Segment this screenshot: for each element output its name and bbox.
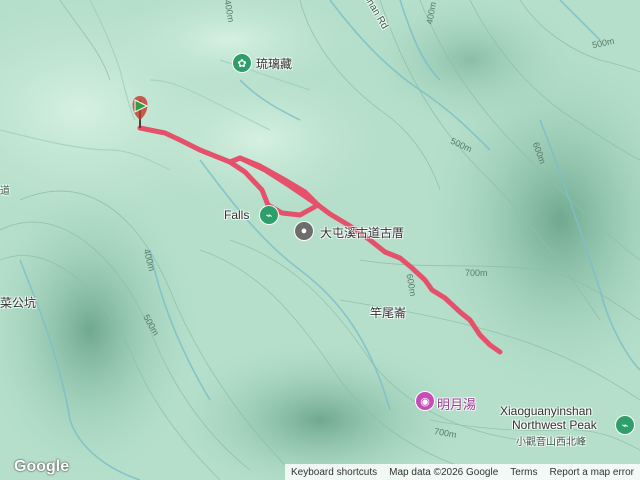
terms-link[interactable]: Terms <box>504 467 543 478</box>
google-logo[interactable]: Google <box>14 458 69 476</box>
road-label-left: 道 <box>0 186 10 197</box>
peak-label-en-1[interactable]: Xiaoguanyinshan <box>500 404 592 418</box>
place-label-ganweiliao: 竿尾崙 <box>370 306 407 320</box>
park-icon[interactable]: ⌁ <box>260 206 278 224</box>
attribution-bar: Keyboard shortcuts Map data ©2026 Google… <box>284 464 640 480</box>
poi-label-mingyuetang[interactable]: 明月湯 <box>437 394 476 413</box>
poi-label-trail[interactable]: 大屯溪古道古厝 <box>320 224 404 241</box>
peak-label-zh[interactable]: 小觀音山西北峰 <box>516 433 586 448</box>
camera-icon[interactable]: ◉ <box>416 392 434 410</box>
place-label-caigongkeng: 菜公坑 <box>0 296 37 310</box>
park-icon[interactable]: ⌁ <box>616 416 634 434</box>
poi-label-liulicang[interactable]: 琉璃藏 <box>256 55 292 72</box>
peak-label-en-2[interactable]: Northwest Peak <box>512 418 597 432</box>
map-data-text: Map data ©2026 Google <box>389 466 499 478</box>
pin-icon[interactable]: ● <box>295 222 313 240</box>
poi-label-falls[interactable]: Falls <box>224 208 249 222</box>
keyboard-shortcuts-link[interactable]: Keyboard shortcuts <box>285 467 383 478</box>
report-error-link[interactable]: Report a map error <box>544 467 640 478</box>
flower-icon[interactable]: ✿ <box>233 54 251 72</box>
contour-label: 700m <box>465 268 488 278</box>
